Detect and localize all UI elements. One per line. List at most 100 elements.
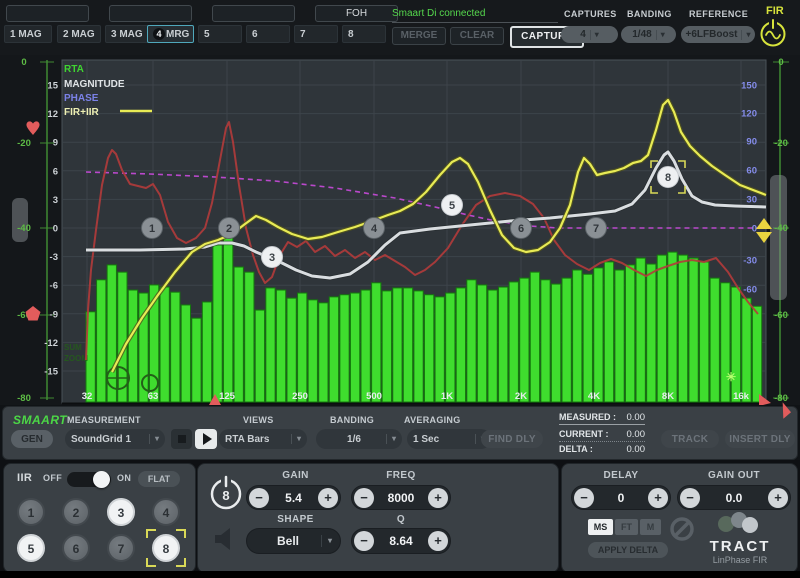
delay-value[interactable]: 0 — [618, 491, 625, 505]
q-minus-button[interactable]: − — [354, 531, 374, 551]
tab-5[interactable]: 5 — [198, 25, 242, 43]
chevron-down-icon: ▾ — [741, 30, 750, 40]
band-button-1[interactable]: 1 — [17, 498, 45, 526]
tab-3-mag[interactable]: 3 MAG — [105, 25, 149, 43]
gen-button[interactable]: GEN — [11, 430, 53, 448]
rta-bar — [562, 278, 571, 402]
freq-value[interactable]: 8000 — [388, 491, 415, 505]
band-button-5[interactable]: 5 — [17, 534, 45, 562]
tract-brand: TRACT — [702, 538, 778, 555]
legend-MAGNITUDE: MAGNITUDE — [64, 79, 125, 90]
tract-plugin-window: FOH 1 MAG 2 MAG 3 MAG 4 MRG 5 6 7 8 Smaa… — [0, 0, 800, 578]
gain-out-value[interactable]: 0.0 — [726, 491, 743, 505]
band-marker-5[interactable]: 5 — [442, 195, 463, 216]
tab-4-mrg-selected[interactable]: 4 MRG — [147, 25, 194, 43]
band-button-3[interactable]: 3 — [107, 498, 135, 526]
track-button[interactable]: TRACK — [661, 430, 719, 448]
averaging-dropdown[interactable]: 1 Sec▾ — [407, 429, 491, 449]
captures-dropdown[interactable]: 4▾ — [561, 26, 618, 43]
snapshot-name-field-4[interactable]: FOH — [315, 5, 398, 22]
rta-bar — [625, 265, 634, 402]
right-zoom-scrollbar[interactable] — [770, 175, 787, 300]
freq-tick-label: 2K — [515, 391, 527, 402]
bypass-icon[interactable] — [668, 515, 696, 548]
svg-text:7: 7 — [593, 223, 599, 235]
freq-plus-button[interactable]: + — [428, 488, 448, 508]
banding-dropdown-bottom[interactable]: 1/6▾ — [316, 429, 402, 449]
tab-7[interactable]: 7 — [294, 25, 338, 43]
band-marker-1[interactable]: 1 — [142, 218, 163, 239]
band-button-2[interactable]: 2 — [62, 498, 90, 526]
freq-minus-button[interactable]: − — [354, 488, 374, 508]
band-marker-6[interactable]: 6 — [511, 218, 532, 239]
insert-delay-button[interactable]: INSERT DLY — [725, 430, 795, 448]
top-bar: FOH 1 MAG 2 MAG 3 MAG 4 MRG 5 6 7 8 Smaa… — [0, 0, 800, 55]
flat-button[interactable]: FLAT — [138, 471, 180, 487]
delay-minus-button[interactable]: − — [574, 488, 594, 508]
rta-bar — [414, 291, 423, 402]
freq-tick-label: 125 — [219, 391, 236, 402]
rta-bar — [128, 290, 137, 402]
shape-dropdown[interactable]: Bell▾ — [246, 528, 341, 554]
band-marker-3[interactable]: 3 — [262, 247, 283, 268]
iir-on-off-toggle[interactable] — [67, 472, 111, 487]
band-marker-2[interactable]: 2 — [219, 218, 240, 239]
rta-bar — [509, 282, 518, 402]
analyzer-graph[interactable]: 00-20-20-40-40-60-60-80-80SUMZOOM3263125… — [0, 55, 800, 405]
q-stepper: − 8.64 + — [351, 528, 451, 554]
freq-tick-label: 1K — [441, 391, 453, 402]
toggle-knob — [93, 471, 110, 488]
gain-plus-button[interactable]: + — [318, 488, 338, 508]
tab-8[interactable]: 8 — [342, 25, 386, 43]
gain-out-minus-button[interactable]: − — [680, 488, 700, 508]
chevron-down-icon: ▾ — [291, 434, 301, 444]
merge-button[interactable]: MERGE — [392, 27, 446, 45]
band-marker-7[interactable]: 7 — [586, 218, 607, 239]
band-button-7[interactable]: 7 — [107, 534, 135, 562]
rta-bar — [615, 270, 624, 402]
q-plus-button[interactable]: + — [428, 531, 448, 551]
views-dropdown[interactable]: RTA Bars▾ — [219, 429, 307, 449]
snapshot-name-field-2[interactable] — [109, 5, 192, 22]
rta-bar — [551, 284, 560, 402]
db-axis-label: 6 — [53, 166, 58, 177]
measurement-dropdown[interactable]: SoundGrid 1▾ — [65, 429, 165, 449]
band-marker-4[interactable]: 4 — [364, 218, 385, 239]
db-axis-label: 15 — [47, 81, 58, 92]
apply-delta-button[interactable]: APPLY DELTA — [588, 542, 668, 558]
gain-minus-button[interactable]: − — [249, 488, 269, 508]
snapshot-name-field-3[interactable] — [212, 5, 295, 22]
tab-1-mag[interactable]: 1 MAG — [4, 25, 52, 43]
band-button-4[interactable]: 4 — [152, 498, 180, 526]
unit-m-button[interactable]: M — [640, 519, 661, 535]
unit-ms-button[interactable]: MS — [588, 519, 613, 535]
bottom-edge — [0, 571, 800, 578]
delay-plus-button[interactable]: + — [648, 488, 668, 508]
svg-text:ZOOM: ZOOM — [64, 354, 88, 363]
banding-label: BANDING — [627, 9, 672, 19]
left-zoom-scrollbar[interactable] — [12, 198, 28, 242]
q-value[interactable]: 8.64 — [389, 534, 412, 548]
find-delay-button[interactable]: FIND DLY — [481, 430, 543, 448]
play-button[interactable] — [195, 429, 217, 449]
snapshot-name-field-1[interactable] — [6, 5, 89, 22]
band-button-6[interactable]: 6 — [62, 534, 90, 562]
reference-dropdown[interactable]: +6LFBoost▾ — [681, 26, 755, 43]
clear-button[interactable]: CLEAR — [450, 27, 504, 45]
unit-ft-button[interactable]: FT — [615, 519, 638, 535]
band-power-button[interactable]: 8 — [207, 474, 245, 517]
gain-value[interactable]: 5.4 — [285, 491, 302, 505]
gain-out-plus-button[interactable]: + — [768, 488, 788, 508]
linphase-fir-label: LinPhase FIR — [702, 555, 778, 565]
tab-2-mag[interactable]: 2 MAG — [57, 25, 101, 43]
left-meter-label: -40 — [17, 223, 31, 234]
banding-dropdown[interactable]: 1/48▾ — [621, 26, 676, 43]
bottom-controls: IIR OFF ON FLAT 1 2 3 4 5 6 7 8 8 — [0, 460, 800, 578]
stop-button[interactable] — [171, 429, 192, 449]
speaker-icon[interactable] — [211, 524, 239, 559]
rta-bar — [213, 245, 222, 402]
rta-bar — [308, 300, 317, 402]
fir-waveform-icon[interactable] — [757, 18, 789, 53]
tab-6[interactable]: 6 — [246, 25, 290, 43]
right-meter-label: -40 — [774, 223, 788, 234]
